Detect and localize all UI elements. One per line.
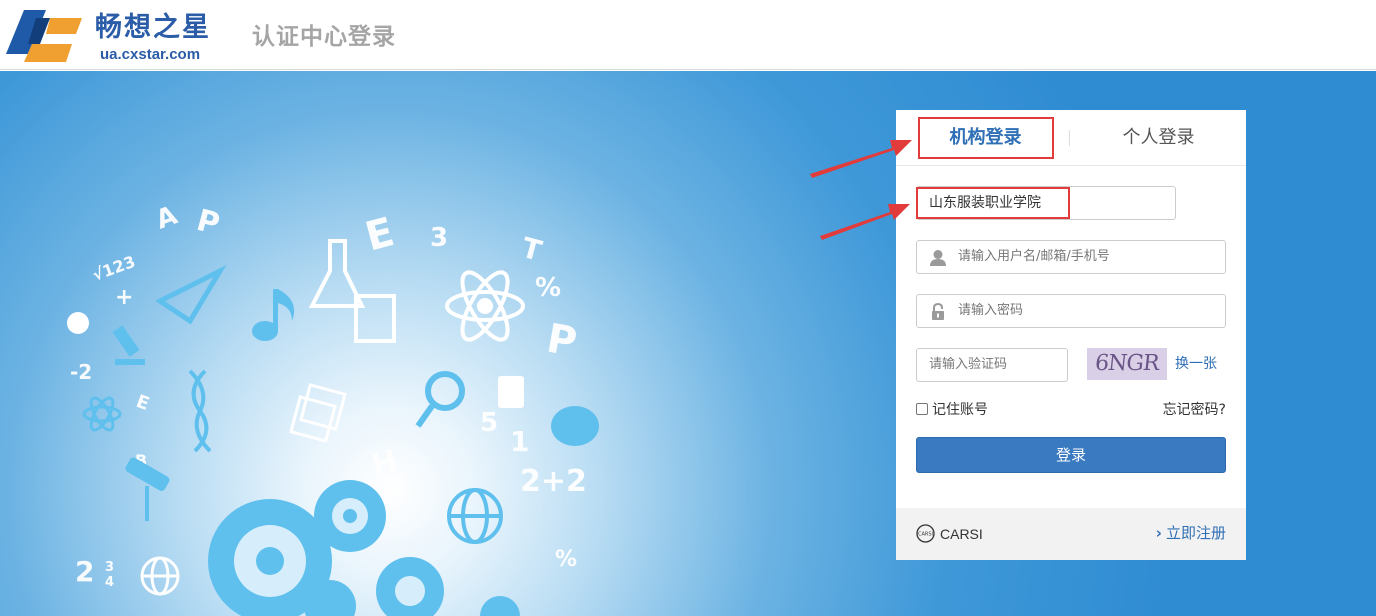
login-button[interactable]: 登录 [916,437,1226,473]
remember-checkbox[interactable] [916,403,928,415]
forgot-password-link[interactable]: 忘记密码? [1163,401,1226,419]
brand-name: 畅想之星 [95,12,211,43]
header: 畅想之星 ua.cxstar.com 认证中心登录 [0,0,1376,70]
svg-text:T: T [518,231,545,268]
svg-text:H: H [368,443,401,483]
page-title: 认证中心登录 [252,24,396,50]
svg-text:5: 5 [480,408,498,438]
svg-text:A: A [152,201,181,236]
svg-text:P: P [193,203,223,243]
svg-text:4: 4 [105,575,114,590]
svg-text:%: % [555,547,577,572]
remember-account[interactable]: 记住账号 [916,401,988,419]
card-footer: CARSI CARSI › 立即注册 [896,508,1246,560]
education-icons-illustration: A P E 3 T % P √123 + -2 E 5 1 2+2 2 3 4 … [67,201,599,616]
logo-icon [6,10,82,62]
captcha-image[interactable]: 6NGR [1087,348,1167,380]
refresh-captcha-link[interactable]: 换一张 [1175,355,1217,373]
svg-text:√123: √123 [90,252,138,285]
username-placeholder: 请输入用户名/邮箱/手机号 [958,249,1110,264]
password-input[interactable]: 请输入密码 [916,294,1226,328]
password-placeholder: 请输入密码 [958,303,1024,318]
captcha-text: 6NGR [1093,351,1160,376]
svg-text:1: 1 [510,425,529,458]
svg-text:+: + [115,285,133,310]
svg-text:3: 3 [430,223,448,253]
register-label: 立即注册 [1165,524,1226,542]
svg-text:3: 3 [105,560,114,575]
lock-icon [932,303,944,320]
brand-url: ua.cxstar.com [100,46,201,63]
svg-text:%: % [535,273,561,303]
username-input[interactable]: 请输入用户名/邮箱/手机号 [916,240,1226,274]
carsi-login-link[interactable]: CARSI [940,524,983,544]
carsi-icon: CARSI [916,524,935,543]
svg-text:CARSI: CARSI [918,532,933,538]
captcha-placeholder: 请输入验证码 [929,357,1008,372]
highlight-box-institution [916,187,1070,219]
captcha-input[interactable]: 请输入验证码 [916,348,1068,382]
svg-text:E: E [133,391,152,415]
svg-text:P: P [543,316,580,366]
svg-text:-2: -2 [70,360,92,384]
login-card: 机构登录 个人登录 山东服装职业学院 请输入用户名/邮箱/手机号 请输入密码 请… [896,110,1246,560]
chevron-right-icon: › [1155,524,1162,542]
user-icon [930,250,946,266]
tab-divider [1069,130,1070,146]
svg-text:2+2: 2+2 [520,464,587,499]
svg-text:2: 2 [75,555,94,588]
svg-text:E: E [361,209,399,261]
highlight-box-tab [918,117,1054,159]
register-link[interactable]: › 立即注册 [1156,523,1226,543]
tab-personal-login[interactable]: 个人登录 [1091,110,1226,166]
remember-label: 记住账号 [932,402,988,418]
